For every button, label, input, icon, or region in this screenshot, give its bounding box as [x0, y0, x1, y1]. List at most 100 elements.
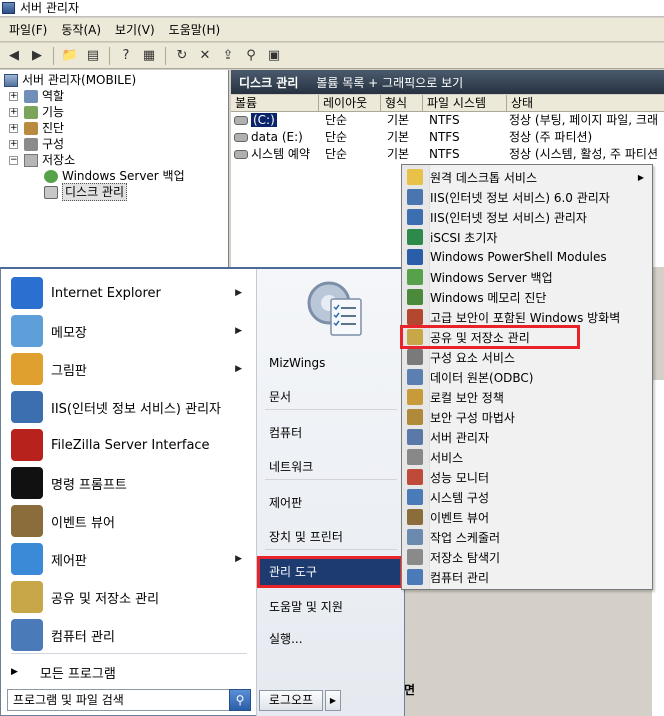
start-menu-item[interactable]: 공유 및 저장소 관리	[1, 579, 256, 615]
help-icon[interactable]: ?	[116, 46, 136, 66]
powershell-icon	[407, 249, 423, 265]
admin-tool-item[interactable]: 작업 스케줄러	[402, 527, 652, 547]
system-config-icon	[407, 489, 423, 505]
column-status[interactable]: 상태	[507, 95, 664, 111]
admin-tool-item[interactable]: Windows PowerShell Modules	[402, 247, 652, 267]
column-type[interactable]: 형식	[381, 95, 423, 111]
table-row[interactable]: (C:) 단순 기본 NTFS 정상 (부팅, 페이지 파일, 크래	[231, 112, 664, 129]
export-icon[interactable]: ⇪	[218, 46, 238, 66]
tree-item-label: 구성	[42, 137, 65, 151]
start-menu-place[interactable]: 관리 도구	[257, 556, 403, 588]
tree-item-disk-management[interactable]: 디스크 관리	[44, 183, 128, 201]
start-menu-places: MizWings 문서컴퓨터 네트워크제어판 장치 및 프린터 관리 도구 도움말 및 지…	[256, 269, 404, 716]
start-menu-place[interactable]: MizWings	[257, 347, 403, 379]
expand-icon[interactable]: +	[9, 123, 18, 133]
start-menu-place[interactable]: 컴퓨터	[257, 417, 403, 449]
column-layout[interactable]: 레이아웃	[319, 95, 381, 111]
admin-tool-item[interactable]: iSCSI 초기자	[402, 227, 652, 247]
admin-tool-item[interactable]: 보안 구성 마법사	[402, 407, 652, 427]
admin-tool-item[interactable]: IIS(인터넷 정보 서비스) 6.0 관리자	[402, 187, 652, 207]
start-menu-item-label: 그림판	[51, 363, 87, 379]
tree-item-label: 진단	[42, 121, 65, 135]
search-input[interactable]: 프로그램 및 파일 검색	[7, 689, 251, 711]
show-hide-tree-icon[interactable]: ▤	[83, 46, 103, 66]
start-menu-place[interactable]: 네트워크	[257, 451, 403, 483]
start-menu-item[interactable]: 명령 프롬프트	[1, 465, 256, 501]
admin-tool-item[interactable]: 로컬 보안 정책	[402, 387, 652, 407]
admin-tool-item[interactable]: 고급 보안이 포함된 Windows 방화벽	[402, 307, 652, 327]
grid-icon[interactable]: ▣	[264, 46, 284, 66]
collapse-icon[interactable]: −	[9, 155, 18, 165]
delete-icon[interactable]: ✕	[195, 46, 215, 66]
menu-action[interactable]: 동작(A)	[54, 21, 108, 38]
start-menu-item[interactable]: FileZilla Server Interface	[1, 427, 256, 463]
start-menu-item[interactable]: 그림판 ▶	[1, 351, 256, 387]
tree-item-configuration[interactable]: + 구성	[9, 136, 64, 152]
diagnostics-icon	[24, 121, 38, 135]
admin-tool-item[interactable]: 저장소 탐색기	[402, 547, 652, 567]
expand-icon[interactable]: +	[9, 107, 18, 117]
tree-item-storage[interactable]: − 저장소	[9, 152, 75, 168]
all-programs-button[interactable]: ▶ 모든 프로그램	[1, 659, 256, 685]
logoff-button[interactable]: 로그오프	[259, 690, 323, 711]
tree-item-diagnostics[interactable]: + 진단	[9, 120, 64, 136]
start-menu: Internet Explorer ▶ 메모장 ▶ 그림판 ▶ IIS(인터넷 정보 서비스…	[0, 267, 405, 716]
admin-tool-item[interactable]: 이벤트 뷰어	[402, 507, 652, 527]
menu-file[interactable]: 파일(F)	[2, 21, 54, 38]
column-volume[interactable]: 볼륨	[231, 95, 319, 111]
share-storage-icon	[11, 581, 43, 613]
admin-tool-item[interactable]: 공유 및 저장소 관리	[400, 325, 580, 349]
start-menu-programs: Internet Explorer ▶ 메모장 ▶ 그림판 ▶ IIS(인터넷 정보 서비스…	[1, 269, 256, 687]
admin-tool-item[interactable]: 원격 데스크톱 서비스 ▶	[402, 167, 652, 187]
expand-icon[interactable]: +	[9, 139, 18, 149]
iscsi-icon	[407, 229, 423, 245]
start-menu-item[interactable]: Internet Explorer ▶	[1, 275, 256, 311]
start-menu-item-label: 컴퓨터 관리	[51, 629, 115, 645]
menu-view[interactable]: 보기(V)	[108, 21, 162, 38]
start-menu-place[interactable]: 장치 및 프린터	[257, 521, 403, 553]
column-filesystem[interactable]: 파일 시스템	[423, 95, 507, 111]
start-menu-item[interactable]: IIS(인터넷 정보 서비스) 관리자	[1, 389, 256, 425]
tree-root[interactable]: 서버 관리자(MOBILE)	[4, 72, 136, 88]
admin-tool-label: 구성 요소 서비스	[430, 350, 515, 365]
admin-tool-item[interactable]: 컴퓨터 관리	[402, 567, 652, 587]
admin-tool-item[interactable]: 서버 관리자	[402, 427, 652, 447]
tree-item-features[interactable]: + 기능	[9, 104, 64, 120]
menu-help[interactable]: 도움말(H)	[162, 21, 228, 38]
shutdown-options-icon[interactable]: ▶	[325, 690, 341, 711]
properties-icon[interactable]: ▦	[139, 46, 159, 66]
start-menu-item[interactable]: 이벤트 뷰어	[1, 503, 256, 539]
volume-status: 정상 (부팅, 페이지 파일, 크래	[509, 113, 659, 127]
admin-tool-item[interactable]: Windows Server 백업	[402, 267, 652, 287]
admin-tool-item[interactable]: Windows 메모리 진단	[402, 287, 652, 307]
start-menu-item[interactable]: 컴퓨터 관리	[1, 617, 256, 653]
tree-item-roles[interactable]: + 역할	[9, 88, 64, 104]
start-menu-place[interactable]: 실행...	[257, 623, 403, 655]
admin-tool-item[interactable]: 서비스	[402, 447, 652, 467]
start-menu-place[interactable]: 도움말 및 지원	[257, 591, 403, 623]
admin-tool-item[interactable]: 구성 요소 서비스	[402, 347, 652, 367]
table-row[interactable]: data (E:) 단순 기본 NTFS 정상 (주 파티션)	[231, 129, 664, 146]
start-menu-place[interactable]: 제어판	[257, 487, 403, 519]
cmd-icon	[11, 467, 43, 499]
start-menu-place[interactable]: 문서	[257, 381, 403, 413]
back-icon[interactable]: ◀	[4, 46, 24, 66]
search-icon[interactable]: ⚲	[241, 46, 261, 66]
submenu-arrow-icon: ▶	[235, 554, 242, 564]
up-folder-icon[interactable]: 📁	[60, 46, 80, 66]
expand-icon[interactable]: +	[9, 91, 18, 101]
admin-tool-item[interactable]: 데이터 원본(ODBC)	[402, 367, 652, 387]
search-icon[interactable]: ⚲	[229, 689, 251, 711]
tree-item-label: Windows Server 백업	[62, 169, 185, 183]
admin-tool-item[interactable]: 시스템 구성	[402, 487, 652, 507]
forward-icon[interactable]: ▶	[27, 46, 47, 66]
refresh-icon[interactable]: ↻	[172, 46, 192, 66]
computer-management-icon	[407, 569, 423, 585]
start-menu-item[interactable]: 메모장 ▶	[1, 313, 256, 349]
start-menu-item[interactable]: 제어판 ▶	[1, 541, 256, 577]
table-row[interactable]: 시스템 예약 단순 기본 NTFS 정상 (시스템, 활성, 주 파티션	[231, 146, 664, 163]
tree-item-windows-backup[interactable]: Windows Server 백업	[44, 168, 185, 184]
admin-tool-item[interactable]: 성능 모니터	[402, 467, 652, 487]
admin-tool-item[interactable]: IIS(인터넷 정보 서비스) 관리자	[402, 207, 652, 227]
submenu-arrow-icon: ▶	[235, 288, 242, 298]
